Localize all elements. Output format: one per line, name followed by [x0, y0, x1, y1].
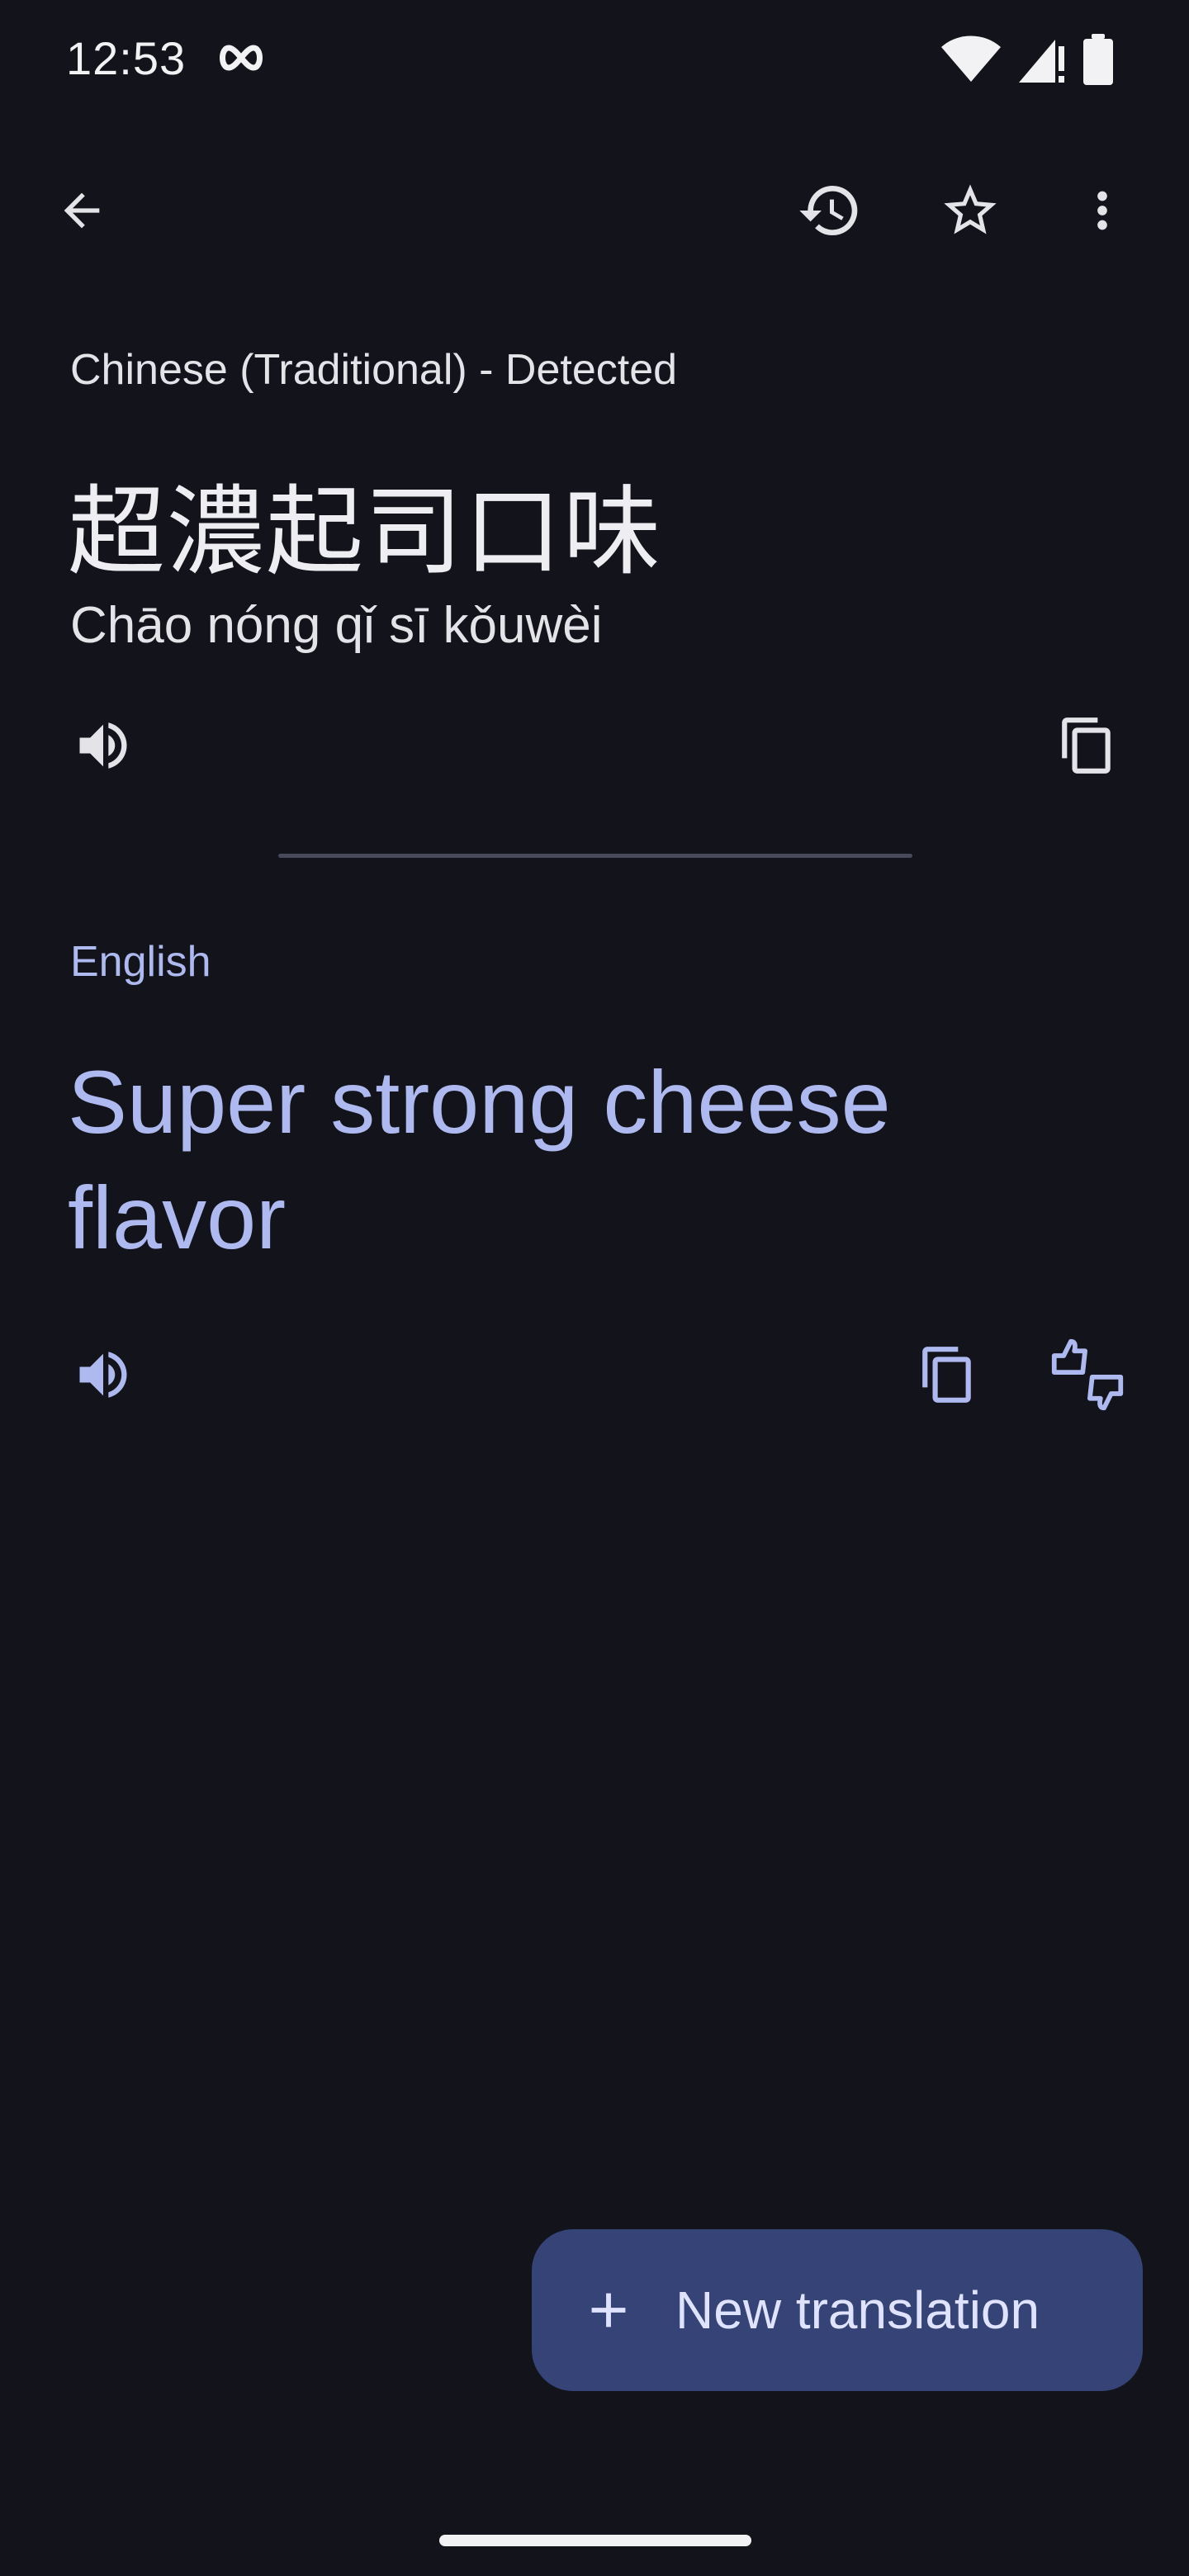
- new-translation-label: New translation: [675, 2280, 1040, 2340]
- more-vert-icon: [1097, 191, 1107, 230]
- feedback-icon: [1051, 1338, 1124, 1411]
- infinity-icon: [220, 45, 263, 71]
- copy-icon: [922, 1347, 971, 1403]
- status-time: 12:53: [66, 32, 187, 84]
- speaker-icon: [79, 1352, 127, 1398]
- target-copy-button[interactable]: [902, 1329, 993, 1420]
- history-button[interactable]: [784, 165, 875, 256]
- star-icon: [944, 184, 997, 234]
- plus-icon: [580, 2281, 637, 2339]
- back-button[interactable]: [36, 165, 127, 256]
- source-text[interactable]: 超濃起司口味: [68, 452, 662, 594]
- section-divider[interactable]: [278, 854, 912, 858]
- source-romanization: Chāo nóng qǐ sī kǒuwèi: [70, 597, 603, 654]
- copy-icon: [1062, 717, 1111, 774]
- signal-icon: [1019, 40, 1064, 83]
- more-options-button[interactable]: [1057, 165, 1148, 256]
- battery-icon: [1083, 34, 1113, 85]
- status-bar: 12:53: [0, 0, 1189, 124]
- target-language-label[interactable]: English: [70, 937, 211, 987]
- speaker-icon: [79, 722, 127, 769]
- translated-text[interactable]: Super strong cheese flavor: [68, 1044, 1083, 1276]
- source-listen-button[interactable]: [58, 700, 149, 791]
- wifi-icon: [941, 36, 1001, 82]
- source-language-label[interactable]: Chinese (Traditional) - Detected: [70, 345, 677, 395]
- source-copy-button[interactable]: [1042, 700, 1133, 791]
- history-icon: [799, 186, 858, 236]
- new-translation-button[interactable]: New translation: [532, 2229, 1143, 2391]
- status-icons: [940, 33, 1115, 86]
- target-listen-button[interactable]: [58, 1329, 149, 1420]
- favorite-button[interactable]: [925, 165, 1016, 256]
- back-arrow-icon: [64, 192, 100, 229]
- home-indicator[interactable]: [439, 2535, 751, 2546]
- rate-translation-button[interactable]: [1042, 1329, 1133, 1420]
